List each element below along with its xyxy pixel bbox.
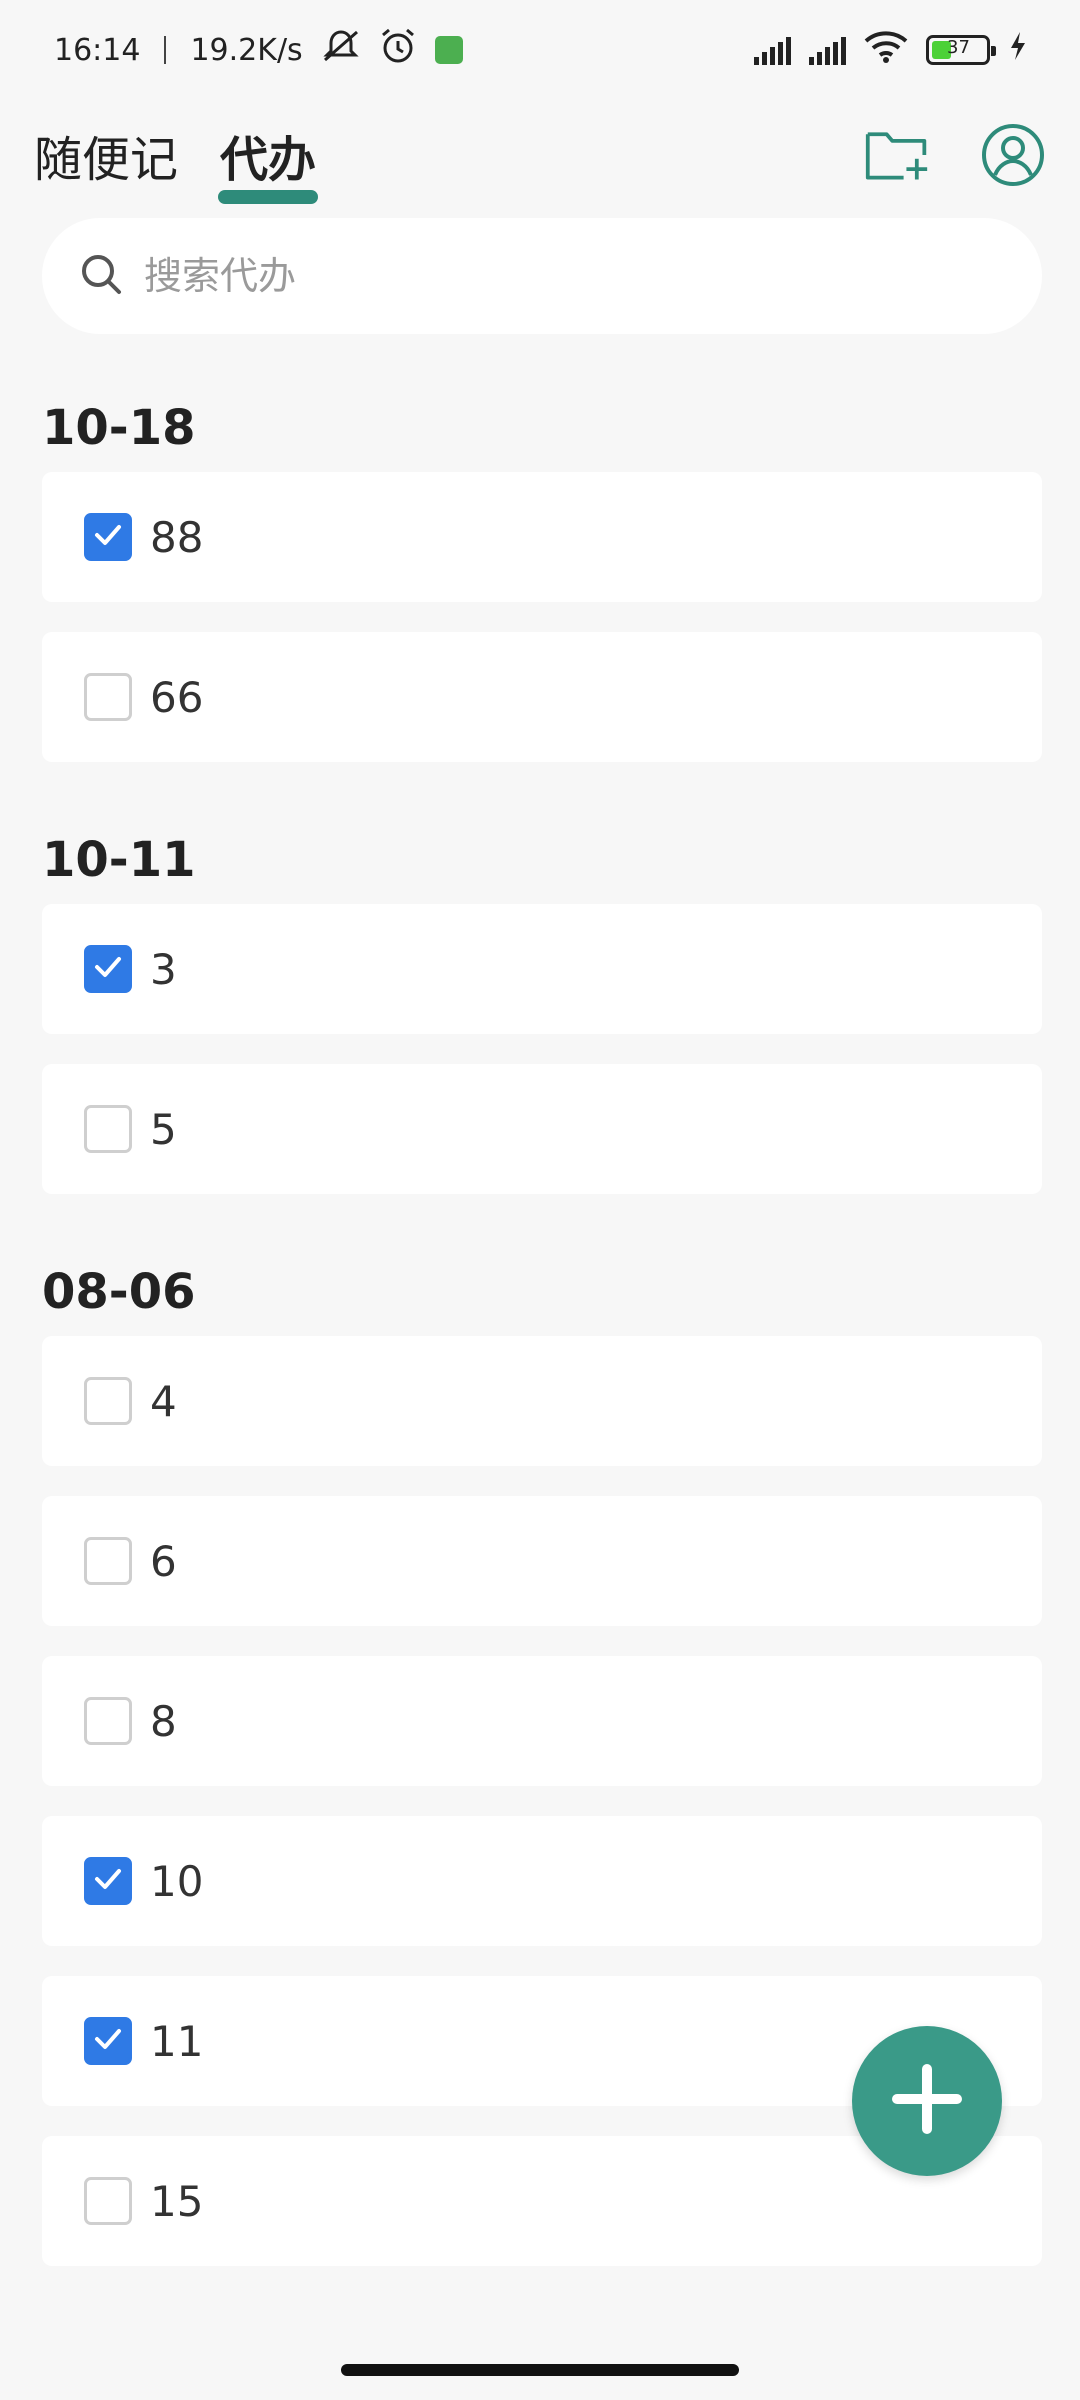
battery-icon: 37 bbox=[926, 35, 996, 65]
checkbox-checked[interactable] bbox=[84, 1857, 132, 1905]
todo-text: 6 bbox=[150, 1536, 177, 1586]
profile-icon[interactable] bbox=[980, 122, 1046, 188]
search-icon bbox=[80, 253, 122, 299]
top-header: 随便记 代办 bbox=[0, 100, 1080, 210]
todo-text: 5 bbox=[150, 1104, 177, 1154]
signal-hd-icon bbox=[754, 35, 791, 65]
todo-text: 10 bbox=[150, 1856, 204, 1906]
add-todo-button[interactable] bbox=[852, 2026, 1002, 2176]
todo-item[interactable]: 6 bbox=[42, 1496, 1042, 1626]
todo-item[interactable]: 3 bbox=[42, 904, 1042, 1034]
check-icon bbox=[93, 2027, 123, 2055]
status-time: 16:14 bbox=[54, 32, 141, 68]
signal-hd-2-icon bbox=[809, 35, 846, 65]
home-indicator[interactable] bbox=[341, 2364, 739, 2376]
todo-item[interactable]: 8 bbox=[42, 1656, 1042, 1786]
todo-item[interactable]: 5 bbox=[42, 1064, 1042, 1194]
charging-icon bbox=[1008, 30, 1028, 70]
network-speed: 19.2K/s bbox=[190, 32, 303, 68]
search-input[interactable] bbox=[144, 254, 944, 298]
search-bar[interactable] bbox=[42, 218, 1042, 334]
header-actions bbox=[864, 122, 1046, 188]
app-notification-icon bbox=[434, 36, 463, 64]
status-bar-right: 37 bbox=[754, 29, 1028, 71]
checkbox-checked[interactable] bbox=[84, 2017, 132, 2065]
checkbox-unchecked[interactable] bbox=[84, 673, 132, 721]
status-bar: 16:14 19.2K/s 37 bbox=[0, 0, 1080, 100]
checkbox-checked[interactable] bbox=[84, 513, 132, 561]
mute-bell-icon bbox=[321, 28, 361, 72]
todo-item[interactable]: 88 bbox=[42, 472, 1042, 602]
todo-text: 15 bbox=[150, 2176, 204, 2226]
checkbox-unchecked[interactable] bbox=[84, 1697, 132, 1745]
todo-text: 3 bbox=[150, 944, 177, 994]
checkbox-unchecked[interactable] bbox=[84, 1537, 132, 1585]
todo-text: 4 bbox=[150, 1376, 177, 1426]
checkbox-unchecked[interactable] bbox=[84, 2177, 132, 2225]
check-icon bbox=[93, 955, 123, 983]
battery-level: 37 bbox=[947, 37, 970, 58]
checkbox-unchecked[interactable] bbox=[84, 1377, 132, 1425]
checkbox-unchecked[interactable] bbox=[84, 1105, 132, 1153]
todo-text: 66 bbox=[150, 672, 204, 722]
todo-text: 88 bbox=[150, 512, 204, 562]
tab-notes[interactable]: 随便记 bbox=[34, 120, 178, 190]
todo-item[interactable]: 66 bbox=[42, 632, 1042, 762]
status-separator bbox=[164, 36, 167, 64]
check-icon bbox=[93, 1867, 123, 1895]
todo-item[interactable]: 10 bbox=[42, 1816, 1042, 1946]
todo-item[interactable]: 4 bbox=[42, 1336, 1042, 1466]
date-group-header: 08-06 bbox=[42, 1264, 196, 1320]
gesture-nav-bar bbox=[0, 2340, 1080, 2400]
date-group-header: 10-18 bbox=[42, 400, 196, 456]
todo-text: 8 bbox=[150, 1696, 177, 1746]
wifi-icon bbox=[864, 29, 908, 71]
tab-todo[interactable]: 代办 bbox=[218, 120, 319, 204]
checkbox-checked[interactable] bbox=[84, 945, 132, 993]
alarm-icon bbox=[379, 27, 417, 73]
status-bar-left: 16:14 19.2K/s bbox=[54, 27, 463, 73]
check-icon bbox=[93, 523, 123, 551]
todo-text: 11 bbox=[150, 2016, 204, 2066]
date-group-header: 10-11 bbox=[42, 832, 196, 888]
folder-add-icon[interactable] bbox=[864, 122, 930, 188]
plus-icon bbox=[887, 2059, 967, 2143]
